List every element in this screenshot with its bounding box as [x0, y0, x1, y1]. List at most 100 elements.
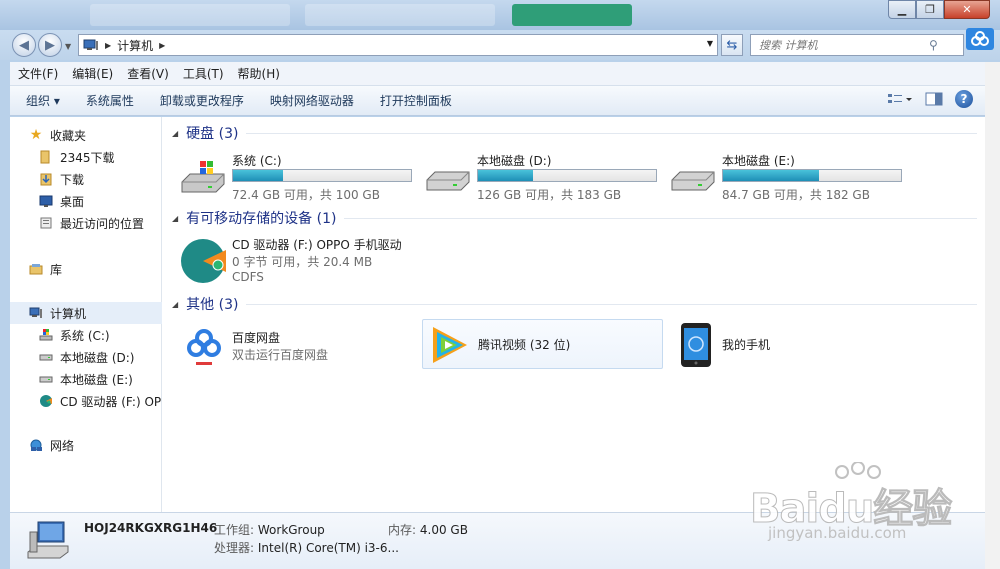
minimize-button[interactable]: ▁ — [888, 0, 916, 19]
cd-drive-tile[interactable]: CD 驱动器 (F:) OPPO 手机驱动 0 字节 可用，共 20.4 MB … — [180, 236, 440, 288]
processor-label: 处理器: — [214, 541, 255, 555]
system-drive-icon — [181, 161, 225, 193]
view-options-icon[interactable] — [887, 92, 913, 106]
collapse-arrow-icon: ◢ — [172, 299, 179, 309]
cloud-icon — [971, 31, 989, 46]
desktop-icon — [38, 193, 54, 209]
baidu-netdisk-tile[interactable]: 百度网盘 双击运行百度网盘 — [180, 320, 410, 370]
nav-item-2345-download[interactable]: 2345下载 — [10, 146, 162, 168]
group-header-hard-drives[interactable]: ◢ 硬盘 (3) — [162, 122, 977, 144]
nav-item-drive-f[interactable]: CD 驱动器 (F:) OPPO — [10, 390, 162, 412]
breadcrumb-separator-icon: ▶ — [105, 40, 112, 50]
tencent-video-tile[interactable]: 腾讯视频 (32 位) — [422, 319, 663, 369]
nav-item-recent-places[interactable]: 最近访问的位置 — [10, 212, 162, 234]
nav-computer[interactable]: 计算机 — [10, 302, 162, 324]
drive-name: 本地磁盘 (D:) — [477, 154, 552, 168]
menu-help[interactable]: 帮助(H) — [238, 65, 280, 82]
navigation-pane: ★ 收藏夹 2345下载 下载 桌面 最近访问的位置 库 计算机 系统 (C:)… — [10, 117, 162, 512]
collapse-arrow-icon: ◢ — [172, 128, 179, 138]
open-control-panel-button[interactable]: 打开控制面板 — [380, 92, 452, 109]
drive-usage-fill — [478, 170, 534, 181]
system-drive-icon — [38, 327, 54, 343]
memory-info: 内存: 4.00 GB — [388, 521, 468, 538]
refresh-icon: ⇆ — [726, 37, 738, 53]
drive-usage-bar — [477, 169, 657, 182]
nav-favorites[interactable]: ★ 收藏夹 — [10, 124, 162, 146]
computer-icon — [83, 39, 98, 50]
nav-label: 下载 — [60, 172, 85, 187]
window-controls: ▁ ❐ ✕ — [888, 0, 990, 19]
nav-item-downloads[interactable]: 下载 — [10, 168, 162, 190]
drive-space-info: 84.7 GB 可用，共 182 GB — [722, 188, 870, 202]
address-dropdown-icon[interactable]: ▼ — [707, 39, 713, 48]
oppo-cd-icon — [181, 239, 226, 283]
close-button[interactable]: ✕ — [944, 0, 990, 19]
download-folder-icon — [38, 171, 54, 187]
menu-file[interactable]: 文件(F) — [18, 65, 58, 82]
processor-info: 处理器: Intel(R) Core(TM) i3-6... — [214, 539, 399, 556]
maximize-button[interactable]: ❐ — [916, 0, 944, 19]
memory-value: 4.00 GB — [419, 523, 468, 537]
breadcrumb-computer[interactable]: 计算机 — [117, 37, 153, 54]
nav-libraries[interactable]: 库 — [10, 258, 162, 280]
title-bar: ▁ ❐ ✕ — [0, 0, 1000, 30]
nav-label: 计算机 — [50, 306, 87, 321]
baidu-netdisk-icon — [182, 324, 226, 368]
group-header-removable[interactable]: ◢ 有可移动存储的设备 (1) — [162, 207, 977, 229]
cd-drive-name: CD 驱动器 (F:) OPPO 手机驱动 — [232, 238, 402, 252]
cd-drive-space: 0 字节 可用，共 20.4 MB — [232, 255, 373, 269]
forward-button[interactable]: ▶ — [38, 33, 62, 57]
back-button[interactable]: ◀ — [12, 33, 36, 57]
forward-arrow-icon: ▶ — [45, 37, 55, 53]
search-input[interactable] — [759, 38, 929, 52]
drive-tile-e[interactable]: 本地磁盘 (E:) 84.7 GB 可用，共 182 GB — [670, 152, 910, 202]
group-title: 有可移动存储的设备 (1) — [186, 211, 337, 227]
nav-item-drive-e[interactable]: 本地磁盘 (E:) — [10, 368, 162, 390]
tencent-video-icon — [433, 327, 467, 363]
workgroup-value: WorkGroup — [257, 523, 325, 537]
drive-tile-c[interactable]: 系统 (C:) 72.4 GB 可用，共 100 GB — [180, 152, 420, 202]
drive-tile-d[interactable]: 本地磁盘 (D:) 126 GB 可用，共 183 GB — [425, 152, 665, 202]
map-network-drive-button[interactable]: 映射网络驱动器 — [270, 92, 354, 109]
group-divider — [344, 217, 977, 219]
my-phone-tile[interactable]: 我的手机 — [674, 320, 874, 370]
refresh-button[interactable]: ⇆ — [721, 34, 743, 56]
help-button[interactable]: ? — [955, 90, 973, 108]
search-box[interactable]: ⚲ — [750, 34, 964, 56]
my-phone-name: 我的手机 — [722, 338, 771, 352]
drive-space-info: 72.4 GB 可用，共 100 GB — [232, 188, 380, 202]
system-properties-button[interactable]: 系统属性 — [86, 92, 134, 109]
background-tab — [305, 4, 495, 26]
uninstall-program-button[interactable]: 卸载或更改程序 — [160, 92, 244, 109]
nav-item-drive-d[interactable]: 本地磁盘 (D:) — [10, 346, 162, 368]
baidu-cloud-float-button[interactable] — [966, 28, 994, 50]
drive-usage-fill — [233, 170, 283, 181]
drive-usage-bar — [232, 169, 412, 182]
nav-label: CD 驱动器 (F:) OPPO — [60, 394, 162, 409]
menu-view[interactable]: 查看(V) — [127, 65, 169, 82]
library-icon — [28, 261, 44, 277]
recent-places-icon — [38, 215, 54, 231]
menu-edit[interactable]: 编辑(E) — [72, 65, 113, 82]
background-window-edge — [985, 62, 1000, 569]
preview-pane-icon[interactable] — [925, 92, 943, 106]
organize-button[interactable]: 组织 ▾ — [26, 92, 60, 109]
hard-drive-icon — [38, 371, 54, 387]
nav-label: 网络 — [50, 438, 75, 453]
nav-network[interactable]: 网络 — [10, 434, 162, 456]
nav-item-desktop[interactable]: 桌面 — [10, 190, 162, 212]
menu-tools[interactable]: 工具(T) — [183, 65, 224, 82]
workgroup-info: 工作组: WorkGroup — [214, 521, 325, 538]
group-title: 其他 (3) — [186, 297, 239, 313]
background-tab — [512, 4, 632, 26]
computer-icon — [28, 305, 44, 321]
nav-item-drive-c[interactable]: 系统 (C:) — [10, 324, 162, 346]
background-tab — [90, 4, 290, 26]
address-bar[interactable]: ▶ 计算机 ▶ ▼ — [78, 34, 718, 56]
group-divider — [246, 303, 977, 305]
nav-label: 本地磁盘 (D:) — [60, 350, 135, 365]
history-dropdown-icon[interactable]: ▼ — [65, 42, 71, 51]
group-header-other[interactable]: ◢ 其他 (3) — [162, 293, 977, 315]
toolbar-right: ? — [887, 90, 973, 108]
drive-usage-bar — [722, 169, 902, 182]
